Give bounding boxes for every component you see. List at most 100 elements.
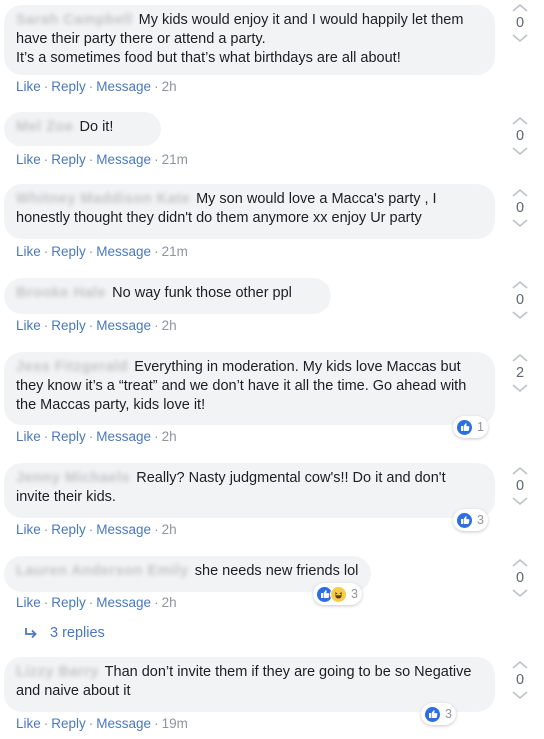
message-link[interactable]: Message — [96, 429, 151, 444]
chevron-up-icon[interactable] — [511, 353, 529, 363]
replies-label: 3 replies — [50, 625, 105, 641]
message-link[interactable]: Message — [96, 318, 151, 333]
comment-actions: Like · Reply · Message · 21m — [16, 152, 188, 167]
timestamp[interactable]: 19m — [162, 716, 188, 731]
vote-count: 0 — [515, 292, 525, 308]
thumbs-up-icon — [456, 511, 473, 529]
separator: · — [88, 318, 94, 333]
comment-author[interactable]: Whitney Maddison Kate — [16, 190, 190, 209]
reaction-summary[interactable]: 3 — [453, 509, 488, 531]
comment-author[interactable]: Sarah Campbell — [16, 11, 133, 30]
message-link[interactable]: Message — [96, 244, 151, 259]
chevron-down-icon[interactable] — [511, 588, 529, 598]
reply-link[interactable]: Reply — [51, 152, 86, 167]
comment-author[interactable]: Mel Zoe — [16, 118, 73, 137]
reply-link[interactable]: Reply — [51, 429, 86, 444]
vote-control: 0 — [507, 3, 533, 43]
message-link[interactable]: Message — [96, 522, 151, 537]
message-link[interactable]: Message — [96, 595, 151, 610]
reaction-count: 3 — [351, 587, 358, 601]
view-replies-link[interactable]: 3 replies — [24, 625, 105, 641]
vote-control: 0 — [507, 660, 533, 700]
like-link[interactable]: Like — [16, 79, 41, 94]
chevron-up-icon[interactable] — [511, 280, 529, 290]
reply-link[interactable]: Reply — [51, 522, 86, 537]
chevron-down-icon[interactable] — [511, 310, 529, 320]
comment-author[interactable]: Jenny Michaels — [16, 469, 130, 488]
like-link[interactable]: Like — [16, 244, 41, 259]
message-link[interactable]: Message — [96, 152, 151, 167]
like-link[interactable]: Like — [16, 318, 41, 333]
reply-link[interactable]: Reply — [51, 244, 86, 259]
comment-author[interactable]: Brooke Hale — [16, 284, 106, 303]
separator: · — [154, 522, 159, 537]
timestamp[interactable]: 2h — [162, 595, 177, 610]
separator: · — [43, 522, 49, 537]
timestamp[interactable]: 21m — [162, 152, 188, 167]
comment-actions: Like · Reply · Message · 2h — [16, 429, 177, 444]
reply-link[interactable]: Reply — [51, 79, 86, 94]
comment-actions: Like · Reply · Message · 19m — [16, 716, 188, 731]
comment-bubble: Brooke Hale No way funk those other ppl — [4, 278, 331, 314]
comment-author[interactable]: Lizzy Barry — [16, 663, 99, 682]
chevron-down-icon[interactable] — [511, 33, 529, 43]
like-link[interactable]: Like — [16, 522, 41, 537]
reply-link[interactable]: Reply — [51, 595, 86, 610]
chevron-up-icon[interactable] — [511, 3, 529, 13]
chevron-up-icon[interactable] — [511, 188, 529, 198]
separator: · — [43, 595, 49, 610]
vote-control: 2 — [507, 353, 533, 393]
comment-actions: Like · Reply · Message · 2h — [16, 79, 177, 94]
comment-bubble: Sarah Campbell My kids would enjoy it an… — [4, 5, 495, 75]
like-link[interactable]: Like — [16, 152, 41, 167]
message-link[interactable]: Message — [96, 79, 151, 94]
comment-feed: Sarah Campbell My kids would enjoy it an… — [0, 0, 544, 739]
laughing-face-icon — [330, 585, 347, 603]
reply-link[interactable]: Reply — [51, 318, 86, 333]
comment-bubble: Jess Fitzgerald Everything in moderation… — [4, 352, 495, 425]
timestamp[interactable]: 2h — [162, 522, 177, 537]
chevron-down-icon[interactable] — [511, 146, 529, 156]
chevron-down-icon[interactable] — [511, 218, 529, 228]
separator: · — [88, 716, 94, 731]
timestamp[interactable]: 2h — [162, 79, 177, 94]
message-link[interactable]: Message — [96, 716, 151, 731]
separator: · — [43, 79, 49, 94]
vote-count: 0 — [515, 672, 525, 688]
comment-actions: Like · Reply · Message · 2h — [16, 318, 177, 333]
separator: · — [154, 716, 159, 731]
reaction-count: 3 — [477, 513, 484, 527]
separator: · — [88, 595, 94, 610]
chevron-up-icon[interactable] — [511, 116, 529, 126]
chevron-up-icon[interactable] — [511, 466, 529, 476]
timestamp[interactable]: 2h — [162, 318, 177, 333]
like-link[interactable]: Like — [16, 716, 41, 731]
chevron-up-icon[interactable] — [511, 558, 529, 568]
timestamp[interactable]: 21m — [162, 244, 188, 259]
separator: · — [43, 152, 49, 167]
chevron-up-icon[interactable] — [511, 660, 529, 670]
like-link[interactable]: Like — [16, 595, 41, 610]
separator: · — [154, 79, 159, 94]
reply-link[interactable]: Reply — [51, 716, 86, 731]
comment-author[interactable]: Jess Fitzgerald — [16, 358, 128, 377]
thumbs-up-icon — [456, 418, 473, 436]
like-link[interactable]: Like — [16, 429, 41, 444]
comment-actions: Like · Reply · Message · 2h — [16, 522, 177, 537]
reaction-summary[interactable]: 1 — [453, 416, 488, 438]
reaction-summary[interactable]: 3 — [421, 703, 456, 725]
comment-author[interactable]: Lauren Anderson Emily — [16, 562, 189, 581]
comment-bubble: Lizzy Barry Than don’t invite them if th… — [4, 657, 495, 712]
separator: · — [154, 152, 159, 167]
vote-count: 0 — [515, 15, 525, 31]
comment-text: Do it! — [79, 119, 114, 135]
chevron-down-icon[interactable] — [511, 496, 529, 506]
vote-count: 0 — [515, 478, 525, 494]
chevron-down-icon[interactable] — [511, 690, 529, 700]
timestamp[interactable]: 2h — [162, 429, 177, 444]
reaction-summary[interactable]: 3 — [313, 583, 362, 605]
comment-actions: Like · Reply · Message · 21m — [16, 244, 188, 259]
separator: · — [88, 244, 94, 259]
reply-arrow-icon — [25, 628, 37, 639]
chevron-down-icon[interactable] — [511, 383, 529, 393]
